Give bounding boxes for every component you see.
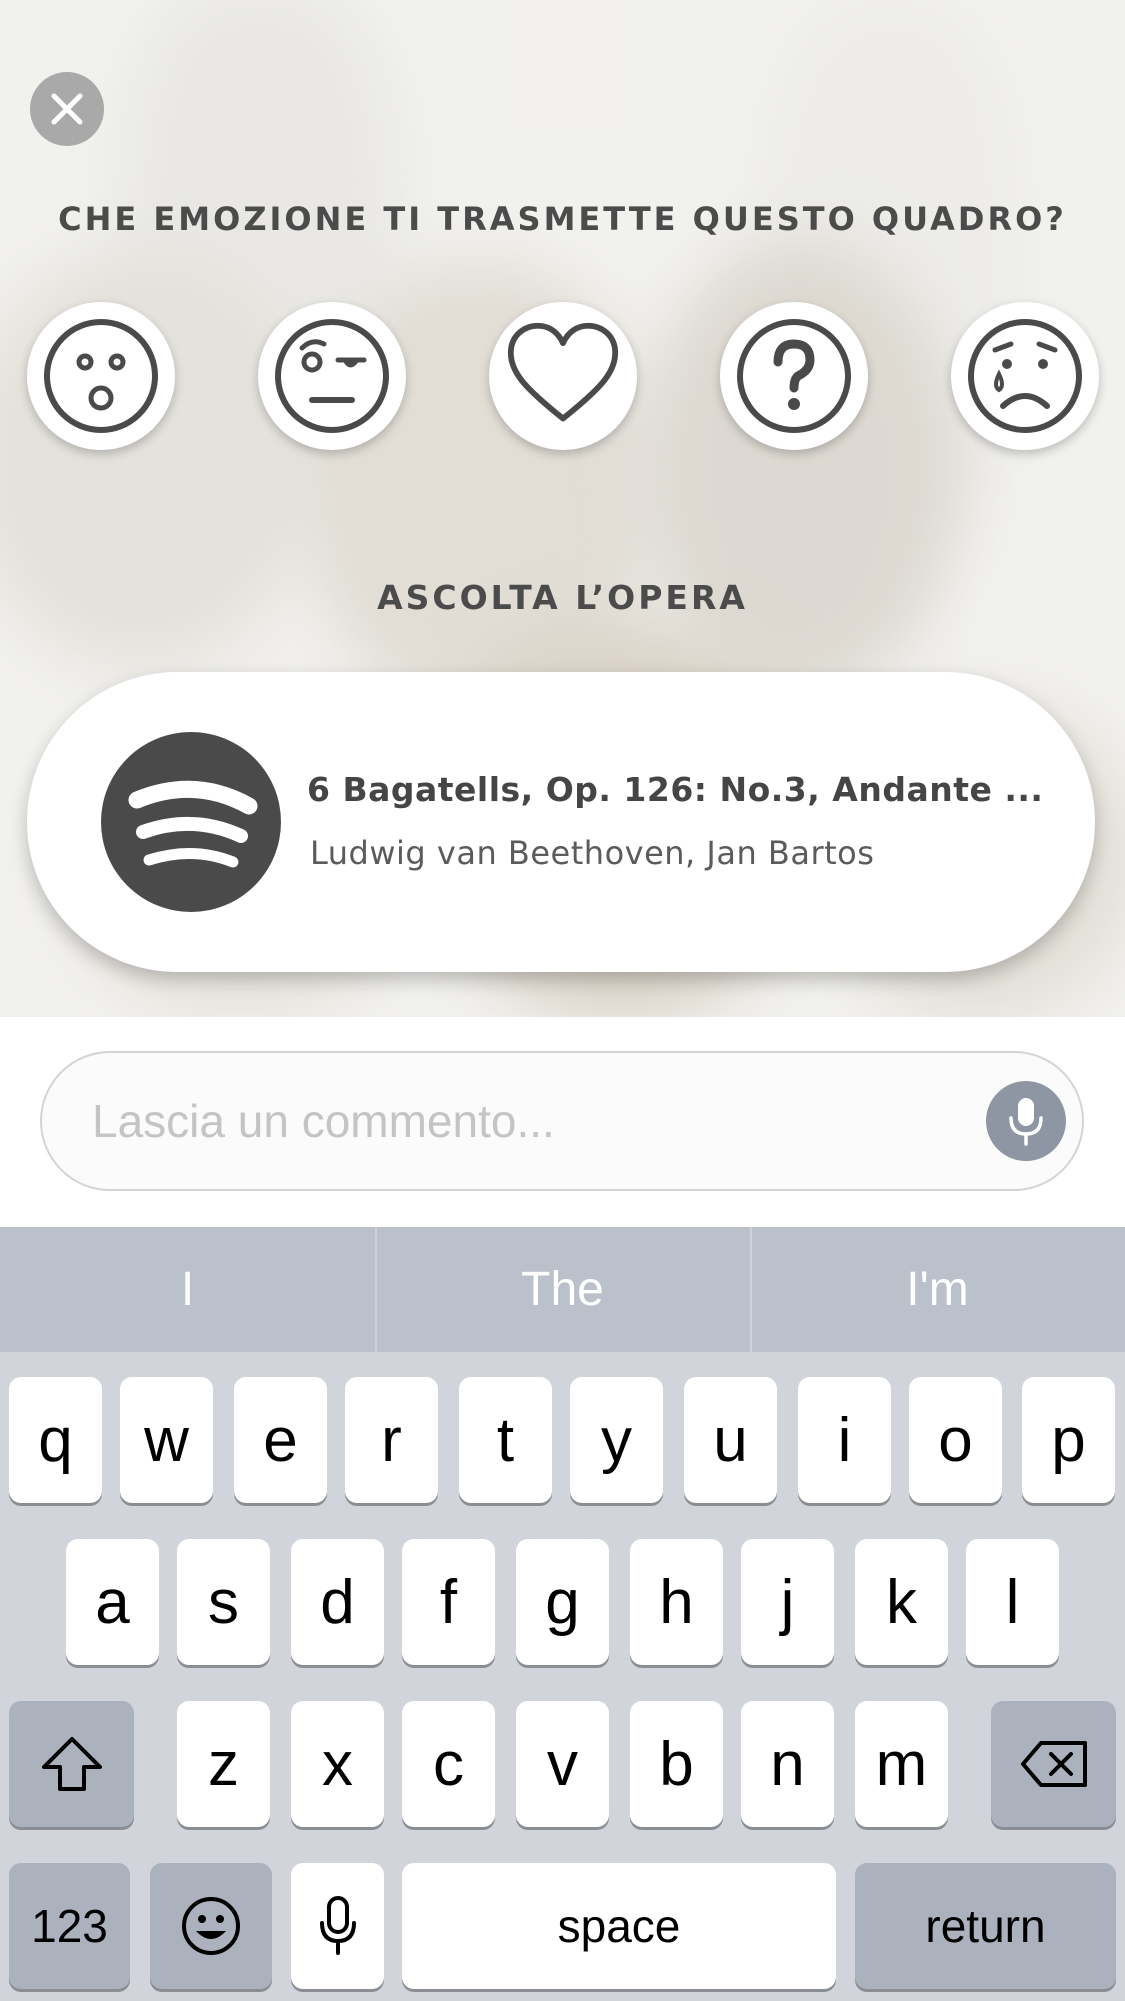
listen-section-title: ASCOLTA L’OPERA: [377, 578, 748, 617]
key-a[interactable]: a: [66, 1539, 159, 1665]
close-icon: [51, 93, 83, 125]
return-key[interactable]: return: [855, 1863, 1116, 1989]
key-z[interactable]: z: [177, 1701, 270, 1827]
surprised-face-icon: [44, 319, 158, 433]
key-m[interactable]: m: [855, 1701, 948, 1827]
shift-key[interactable]: [9, 1701, 134, 1827]
voice-input-button[interactable]: [986, 1081, 1066, 1161]
key-k[interactable]: k: [855, 1539, 948, 1665]
key-r[interactable]: r: [345, 1377, 438, 1503]
key-p[interactable]: p: [1022, 1377, 1115, 1503]
question-mark-icon: [737, 319, 851, 433]
key-v[interactable]: v: [516, 1701, 609, 1827]
key-d[interactable]: d: [291, 1539, 384, 1665]
microphone-icon: [1009, 1098, 1043, 1146]
backspace-icon: [1020, 1741, 1087, 1787]
emoji-key[interactable]: [150, 1863, 272, 1989]
comment-input[interactable]: [92, 1053, 972, 1189]
emotion-confused-button[interactable]: [720, 302, 868, 450]
dictation-key[interactable]: [291, 1863, 384, 1989]
key-u[interactable]: u: [684, 1377, 777, 1503]
key-y[interactable]: y: [570, 1377, 663, 1503]
key-f[interactable]: f: [402, 1539, 495, 1665]
comment-bar: [0, 1017, 1125, 1227]
key-l[interactable]: l: [966, 1539, 1059, 1665]
spotify-track-card[interactable]: 6 Bagatells, Op. 126: No.3, Andante ... …: [27, 672, 1095, 972]
suggestion-item[interactable]: The: [375, 1227, 750, 1352]
key-t[interactable]: t: [459, 1377, 552, 1503]
track-title: 6 Bagatells, Op. 126: No.3, Andante ...: [307, 770, 1044, 809]
shift-arrow-icon: [41, 1737, 102, 1791]
delete-key[interactable]: [991, 1701, 1116, 1827]
emotion-surprised-button[interactable]: [27, 302, 175, 450]
suggestion-item[interactable]: I: [0, 1227, 375, 1352]
emotion-love-button[interactable]: [489, 302, 637, 450]
microphone-icon: [319, 1896, 356, 1955]
comment-field: [40, 1051, 1084, 1191]
key-h[interactable]: h: [630, 1539, 723, 1665]
emotion-skeptical-button[interactable]: [258, 302, 406, 450]
skeptical-face-icon: [275, 319, 389, 433]
keyboard: q w e r t y u i o p a s d f g h j k l z …: [0, 1352, 1125, 2001]
key-s[interactable]: s: [177, 1539, 270, 1665]
spotify-icon: [101, 732, 281, 912]
emoji-icon: [182, 1897, 240, 1955]
emotion-sad-button[interactable]: [951, 302, 1099, 450]
key-b[interactable]: b: [630, 1701, 723, 1827]
key-g[interactable]: g: [516, 1539, 609, 1665]
key-q[interactable]: q: [9, 1377, 102, 1503]
emotion-question: CHE EMOZIONE TI TRASMETTE QUESTO QUADRO?: [58, 200, 1067, 238]
key-i[interactable]: i: [798, 1377, 891, 1503]
key-j[interactable]: j: [741, 1539, 834, 1665]
key-n[interactable]: n: [741, 1701, 834, 1827]
track-artist: Ludwig van Beethoven, Jan Bartos: [310, 834, 875, 872]
space-key[interactable]: space: [402, 1863, 836, 1989]
key-e[interactable]: e: [234, 1377, 327, 1503]
crying-face-icon: [968, 319, 1082, 433]
heart-icon: [507, 322, 619, 422]
suggestion-item[interactable]: I'm: [750, 1227, 1125, 1352]
key-c[interactable]: c: [402, 1701, 495, 1827]
close-button[interactable]: [30, 72, 104, 146]
predictive-text-bar: I The I'm: [0, 1227, 1125, 1352]
numbers-key[interactable]: 123: [9, 1863, 130, 1989]
key-x[interactable]: x: [291, 1701, 384, 1827]
key-o[interactable]: o: [909, 1377, 1002, 1503]
key-w[interactable]: w: [120, 1377, 213, 1503]
